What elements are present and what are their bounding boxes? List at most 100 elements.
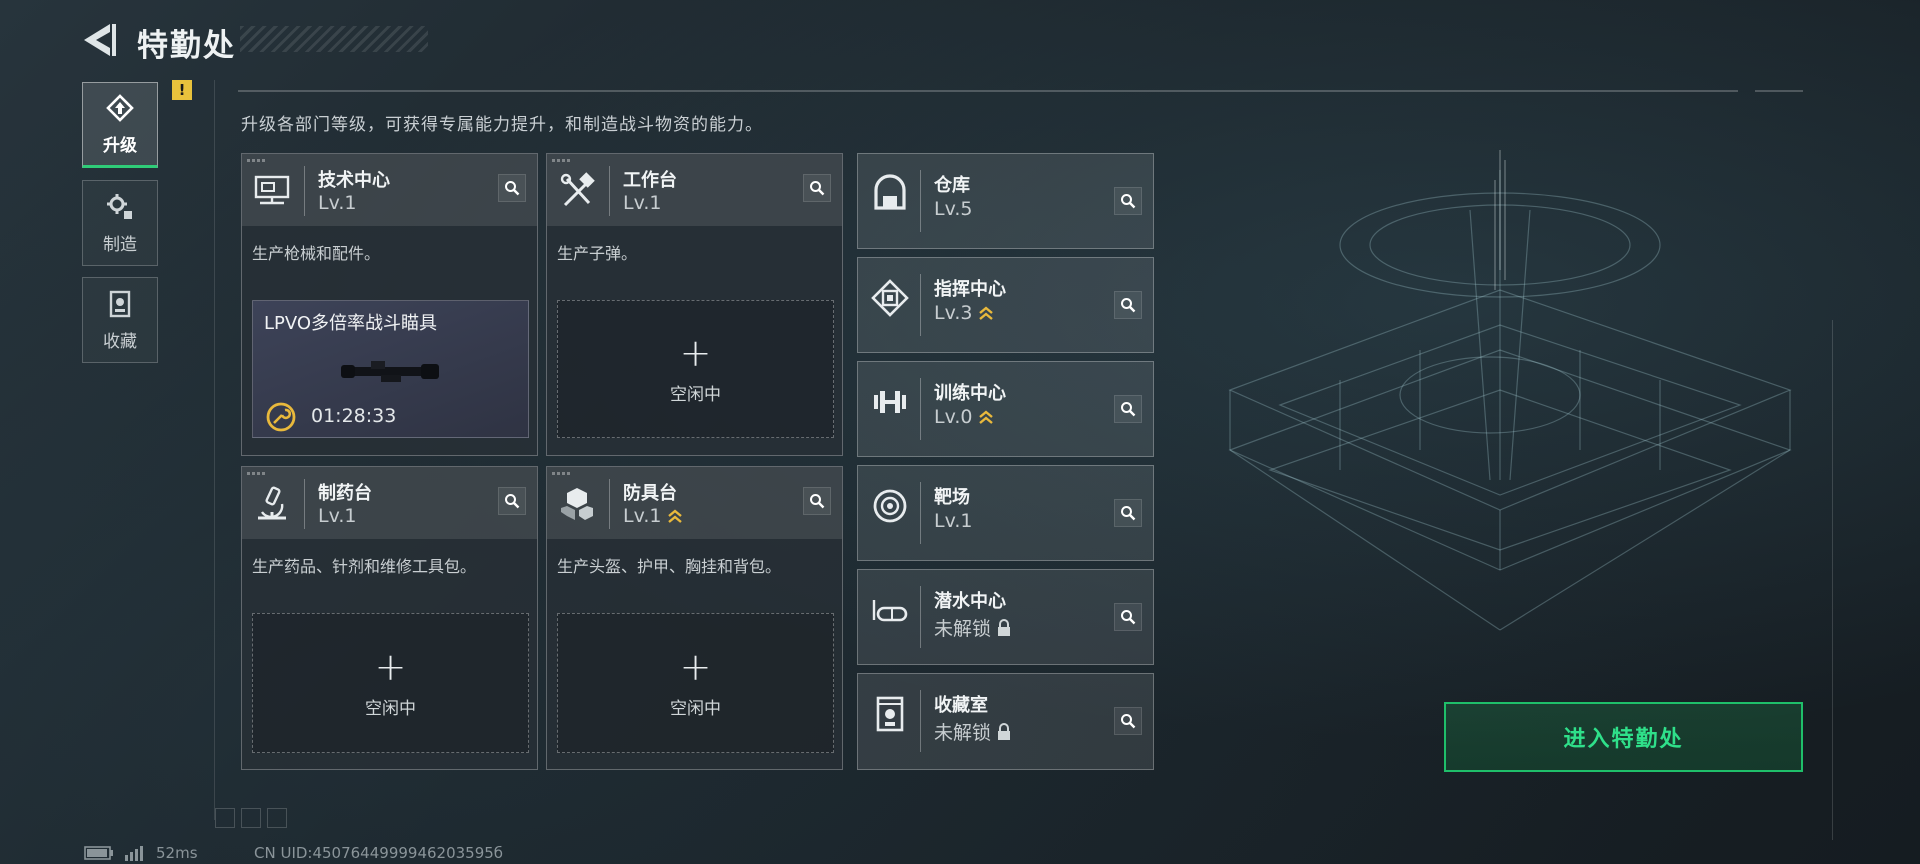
tools-icon xyxy=(560,172,595,207)
department-level-row: Lv.1 xyxy=(623,505,683,527)
idle-production-slot[interactable]: + 空闲中 xyxy=(557,613,834,753)
department-card-workbench[interactable]: 工作台 Lv.1 生产子弹。 + 空闲中 xyxy=(546,153,843,456)
production-item-name: LPVO多倍率战斗瞄具 xyxy=(264,313,438,334)
facility-level: Lv.5 xyxy=(934,198,973,220)
idle-production-slot[interactable]: + 空闲中 xyxy=(557,300,834,438)
upgrade-available-icon xyxy=(979,410,994,424)
command-icon xyxy=(871,279,909,317)
frame-divider xyxy=(214,80,215,820)
facility-name: 训练中心 xyxy=(934,383,1006,404)
facility-level: Lv.1 xyxy=(934,510,973,532)
latency-readout: 52ms xyxy=(156,844,198,862)
facility-card-command-center[interactable]: 指挥中心 Lv.3 xyxy=(857,257,1154,353)
search-icon xyxy=(1121,402,1136,417)
department-level: Lv.1 xyxy=(623,505,662,527)
search-button[interactable] xyxy=(803,174,831,202)
facility-card-diving-center[interactable]: 潜水中心 未解锁 xyxy=(857,569,1154,665)
add-icon: + xyxy=(679,330,712,375)
search-button[interactable] xyxy=(803,487,831,515)
department-desc: 生产药品、针剂和维修工具包。 xyxy=(252,557,477,576)
department-level: Lv.1 xyxy=(623,192,662,214)
alert-badge: ! xyxy=(172,80,192,100)
search-icon xyxy=(505,181,520,196)
search-icon xyxy=(505,494,520,509)
department-card-tech-center[interactable]: 技术中心 Lv.1 生产枪械和配件。 LPVO多倍率战斗瞄具 01:28:33 xyxy=(241,153,538,456)
facility-name: 靶场 xyxy=(934,487,970,508)
idle-production-slot[interactable]: + 空闲中 xyxy=(252,613,529,753)
facility-level-row: Lv.3 xyxy=(934,302,994,324)
card-header: 工作台 Lv.1 xyxy=(547,154,842,226)
add-icon: + xyxy=(374,644,407,689)
slot-status: 空闲中 xyxy=(670,384,721,405)
facility-level-row: 未解锁 xyxy=(934,614,1012,641)
slot-status: 空闲中 xyxy=(365,698,416,719)
department-card-armor-bench[interactable]: 防具台 Lv.1 生产头盔、护甲、胸挂和背包。 + 空闲中 xyxy=(546,466,843,770)
department-name: 防具台 xyxy=(623,483,677,504)
department-desc: 生产子弹。 xyxy=(557,244,638,263)
facility-level: Lv.0 xyxy=(934,406,973,428)
upgrade-available-icon xyxy=(668,509,683,523)
slot-status: 空闲中 xyxy=(670,698,721,719)
nav-label: 收藏 xyxy=(103,331,137,352)
card-header: 制药台 Lv.1 xyxy=(242,467,537,539)
department-desc: 生产头盔、护甲、胸挂和背包。 xyxy=(557,557,782,576)
page-description: 升级各部门等级，可获得专属能力提升，和制造战斗物资的能力。 xyxy=(241,115,763,135)
target-icon xyxy=(873,489,907,523)
nav-tab-upgrade[interactable]: 升级 xyxy=(82,82,158,168)
collection-icon xyxy=(109,290,131,317)
upgrade-icon xyxy=(106,93,134,122)
search-button[interactable] xyxy=(1114,395,1142,423)
add-icon: + xyxy=(679,644,712,689)
top-rule-end xyxy=(1755,90,1803,92)
department-name: 工作台 xyxy=(623,170,677,191)
facility-name: 潜水中心 xyxy=(934,591,1006,612)
top-rule xyxy=(238,90,1738,92)
facility-card-training-center[interactable]: 训练中心 Lv.0 xyxy=(857,361,1154,457)
facility-card-warehouse[interactable]: 仓库 Lv.5 xyxy=(857,153,1154,249)
back-arrow-icon[interactable] xyxy=(80,22,120,58)
search-button[interactable] xyxy=(1114,707,1142,735)
facility-card-collection-room[interactable]: 收藏室 未解锁 xyxy=(857,673,1154,770)
timer-wrench-icon xyxy=(266,402,296,432)
nav-tab-craft[interactable]: 制造 xyxy=(82,180,158,266)
search-button[interactable] xyxy=(498,487,526,515)
microscope-icon xyxy=(258,486,286,520)
search-button[interactable] xyxy=(498,174,526,202)
facility-card-shooting-range[interactable]: 靶场 Lv.1 xyxy=(857,465,1154,561)
base-wireframe-illustration xyxy=(1228,150,1792,631)
facility-level-row: Lv.0 xyxy=(934,406,994,428)
department-name: 技术中心 xyxy=(318,170,390,191)
nav-tab-collection[interactable]: 收藏 xyxy=(82,277,158,363)
facility-status: 未解锁 xyxy=(934,618,992,640)
search-button[interactable] xyxy=(1114,187,1142,215)
department-name: 制药台 xyxy=(318,483,372,504)
signal-icon xyxy=(125,846,143,861)
diving-mask-icon xyxy=(872,600,908,622)
status-bar: 52ms xyxy=(84,844,198,862)
search-button[interactable] xyxy=(1114,499,1142,527)
nav-label: 升级 xyxy=(103,135,137,156)
search-icon xyxy=(810,494,825,509)
search-icon xyxy=(1121,610,1136,625)
nav-label: 制造 xyxy=(103,234,137,255)
search-icon xyxy=(1121,714,1136,729)
search-button[interactable] xyxy=(1114,603,1142,631)
department-level: Lv.1 xyxy=(318,192,357,214)
production-item[interactable]: LPVO多倍率战斗瞄具 01:28:33 xyxy=(252,300,529,438)
monitor-icon xyxy=(254,175,290,205)
department-level: Lv.1 xyxy=(318,505,357,527)
facility-level: Lv.3 xyxy=(934,302,973,324)
card-header: 防具台 Lv.1 xyxy=(547,467,842,539)
trophy-case-icon xyxy=(876,696,904,732)
battery-icon xyxy=(84,846,113,860)
lock-icon xyxy=(998,619,1011,636)
card-header: 技术中心 Lv.1 xyxy=(242,154,537,226)
department-card-pharmacy[interactable]: 制药台 Lv.1 生产药品、针剂和维修工具包。 + 空闲中 xyxy=(241,466,538,770)
department-desc: 生产枪械和配件。 xyxy=(252,244,381,263)
warehouse-icon xyxy=(874,174,906,210)
upgrade-available-icon xyxy=(979,306,994,320)
search-button[interactable] xyxy=(1114,291,1142,319)
enter-special-ops-button[interactable]: 进入特勤处 xyxy=(1444,702,1803,772)
search-icon xyxy=(1121,298,1136,313)
gear-icon xyxy=(107,193,132,219)
